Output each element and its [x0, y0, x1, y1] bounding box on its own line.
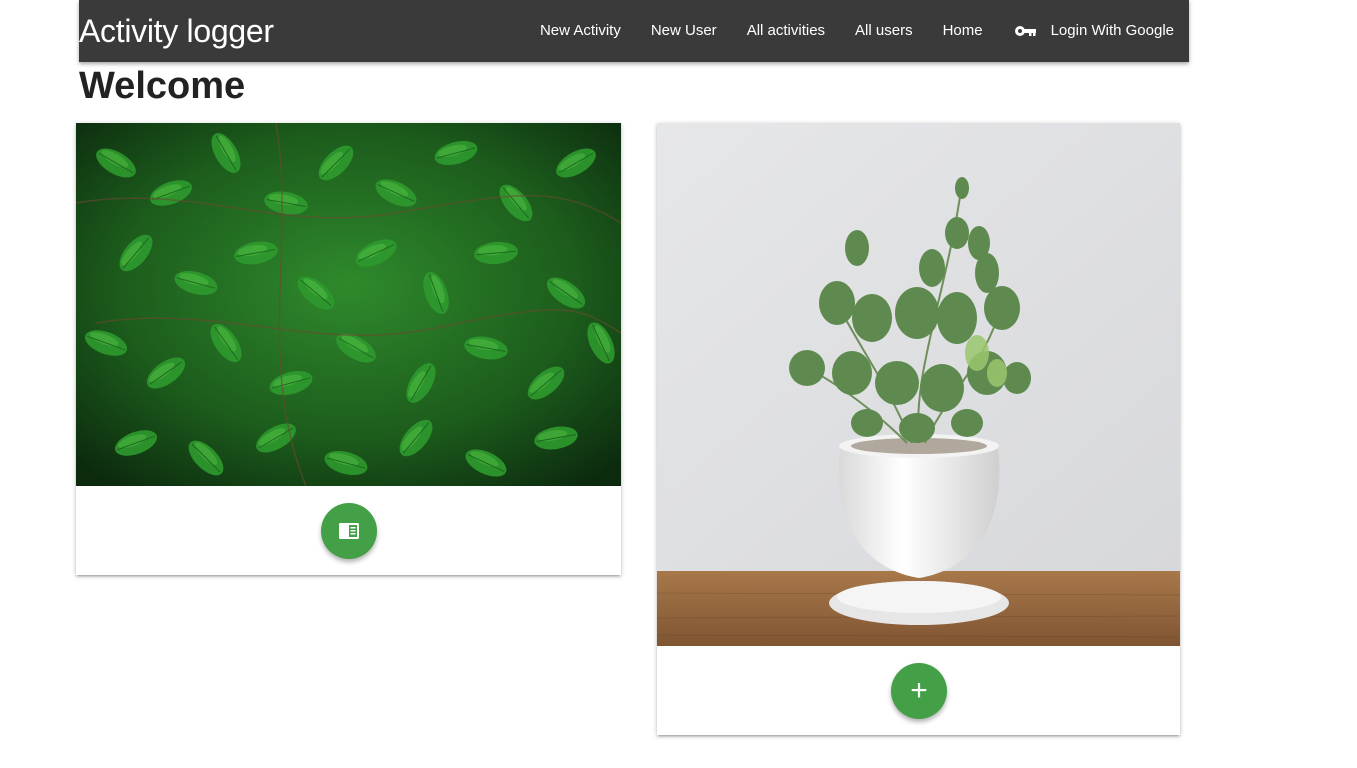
nav-link-new-user[interactable]: New User: [636, 0, 732, 62]
add-activity-button[interactable]: +: [891, 663, 947, 719]
card-new-activity: +: [657, 123, 1180, 735]
nav-link-all-users[interactable]: All users: [840, 0, 928, 62]
add-icon: +: [910, 674, 928, 707]
list-icon: [337, 519, 361, 543]
potted-plant-photo: [657, 123, 1180, 646]
top-navbar: Activity logger New Activity New User Al…: [79, 0, 1189, 62]
nav-link-home[interactable]: Home: [928, 0, 998, 62]
login-google-label: Login With Google: [1050, 22, 1174, 39]
nav-link-all-activities[interactable]: All activities: [732, 0, 840, 62]
login-google-link[interactable]: Login With Google: [998, 0, 1174, 62]
app-brand[interactable]: Activity logger: [79, 0, 274, 62]
green-leaves-photo: [76, 123, 621, 486]
nav-links: New Activity New User All activities All…: [525, 0, 1174, 62]
page-title: Welcome: [79, 65, 246, 107]
card-activities: [76, 123, 621, 575]
view-activities-button[interactable]: [321, 503, 377, 559]
nav-link-new-activity[interactable]: New Activity: [525, 0, 636, 62]
key-icon: [1013, 19, 1037, 43]
